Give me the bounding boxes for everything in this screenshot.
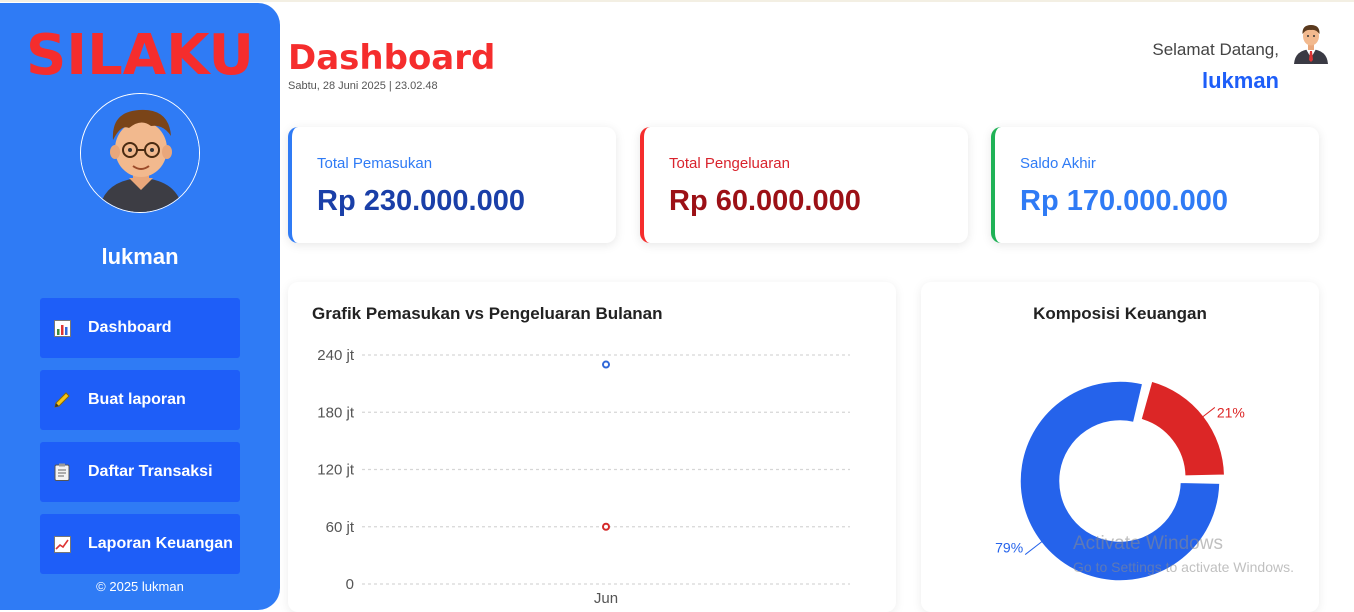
sidebar-item-label: Buat laporan: [88, 391, 186, 408]
donut-slice[interactable]: [1139, 380, 1226, 477]
y-tick-label: 0: [346, 576, 354, 593]
page-title: Dashboard: [288, 38, 496, 78]
top-border: [0, 0, 1354, 2]
card-label: Saldo Akhir: [1020, 155, 1096, 172]
y-tick-label: 120 jt: [317, 462, 355, 479]
sidebar-item-laporan-keuangan[interactable]: Laporan Keuangan: [40, 514, 240, 574]
card-value: Rp 60.000.000: [669, 185, 861, 217]
pencil-icon: [53, 391, 71, 409]
avatar: [80, 93, 200, 213]
bar-chart-icon: [53, 319, 71, 337]
y-tick-label: 240 jt: [317, 347, 355, 364]
x-tick-label: Jun: [594, 590, 618, 607]
sidebar-item-label: Laporan Keuangan: [88, 535, 233, 552]
y-tick-label: 180 jt: [317, 404, 355, 421]
leader-line: [1024, 539, 1045, 555]
user-profile-icon[interactable]: [1292, 22, 1330, 64]
slice-label: 79%: [995, 540, 1023, 556]
sidebar-item-daftar-transaksi[interactable]: Daftar Transaksi: [40, 442, 240, 502]
sidebar: SILAKU lukman Dashboard Buat laporan Daf…: [0, 3, 280, 610]
slice-label: 21%: [1217, 404, 1245, 420]
chart-panel-bulanan: Grafik Pemasukan vs Pengeluaran Bulanan …: [288, 282, 896, 612]
card-value: Rp 170.000.000: [1020, 185, 1228, 217]
sidebar-footer: © 2025 lukman: [96, 579, 184, 594]
data-point[interactable]: [602, 360, 610, 369]
sidebar-user-name: lukman: [101, 244, 179, 269]
card-label: Total Pengeluaran: [669, 155, 790, 172]
windows-activation-title: Activate Windows: [1073, 533, 1223, 554]
line-chart-icon: [53, 535, 71, 553]
card-value: Rp 230.000.000: [317, 185, 525, 217]
card-total-pemasukan: Total Pemasukan Rp 230.000.000: [288, 127, 616, 243]
sidebar-item-label: Dashboard: [88, 319, 172, 336]
welcome-text: Selamat Datang,: [1152, 40, 1279, 59]
leader-line: [1200, 407, 1216, 419]
clipboard-icon: [53, 463, 71, 481]
windows-activation-subtitle: Go to Settings to activate Windows.: [1073, 559, 1294, 575]
sidebar-item-buat-laporan[interactable]: Buat laporan: [40, 370, 240, 430]
card-label: Total Pemasukan: [317, 155, 433, 172]
y-tick-label: 60 jt: [326, 519, 355, 536]
monthly-chart: 0 60 jt 120 jt 180 jt 240 jt Jun: [317, 347, 850, 607]
card-saldo-akhir: Saldo Akhir Rp 170.000.000: [991, 127, 1319, 243]
card-total-pengeluaran: Total Pengeluaran Rp 60.000.000: [640, 127, 968, 243]
welcome-user-name: lukman: [1201, 68, 1279, 93]
sidebar-item-label: Daftar Transaksi: [88, 463, 213, 480]
data-point[interactable]: [602, 522, 610, 531]
datetime: Sabtu, 28 Juni 2025 | 23.02.48: [288, 80, 438, 92]
sidebar-item-dashboard[interactable]: Dashboard: [40, 298, 240, 358]
brand-logo: SILAKU: [25, 23, 255, 88]
